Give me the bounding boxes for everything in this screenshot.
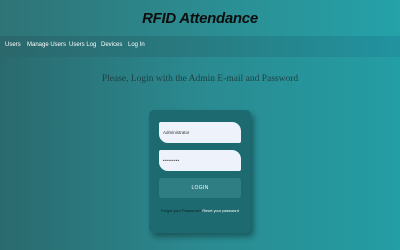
top-nav: Users Manage Users Users Log Devices Log…	[0, 36, 400, 57]
password-field[interactable]	[159, 150, 241, 171]
nav-manage-users[interactable]: Manage Users	[27, 42, 66, 48]
email-field[interactable]	[159, 122, 241, 143]
login-instructions: Please, Login with the Admin E-mail and …	[101, 74, 299, 84]
header-bar: RFID Attendance	[0, 0, 400, 36]
nav-users[interactable]: Users	[5, 42, 21, 48]
reset-password-link[interactable]: Reset your password	[202, 208, 239, 213]
nav-users-log[interactable]: Users Log	[69, 42, 96, 48]
forgot-password-row: Forgot your Password? Reset your passwor…	[161, 208, 245, 213]
app-title: RFID Attendance	[142, 10, 258, 27]
nav-log-in[interactable]: Log In	[128, 42, 145, 48]
login-button[interactable]: LOGIN	[159, 178, 241, 198]
forgot-password-text: Forgot your Password?	[161, 208, 202, 213]
nav-devices[interactable]: Devices	[101, 42, 122, 48]
login-card: LOGIN Forgot your Password? Reset your p…	[149, 110, 251, 233]
